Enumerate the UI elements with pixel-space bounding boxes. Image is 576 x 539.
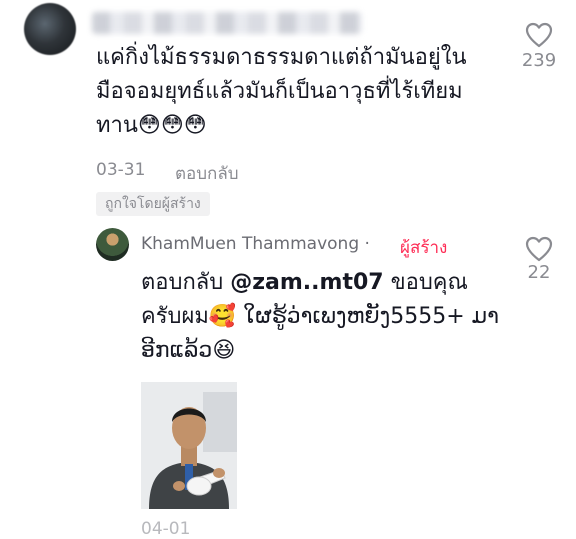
reply-like-count: 22	[527, 262, 551, 283]
creator-avatar[interactable]	[96, 228, 129, 261]
photo-illustration	[141, 382, 237, 509]
comment-date: 03-31	[96, 160, 146, 180]
commenter-name-blurred[interactable]	[92, 12, 362, 34]
creator-label: ผู้สร้าง	[400, 238, 448, 258]
heart-outline-icon[interactable]	[525, 22, 553, 48]
name-separator: ·	[364, 234, 370, 254]
comment-text: แค่กิ่งไม้ธรรมดาธรรมดาแต่ถ้ามันอยู่ในมือ…	[96, 45, 467, 138]
commenter-avatar[interactable]	[24, 3, 76, 55]
reply-date: 04-01	[141, 519, 191, 539]
reply-attached-photo[interactable]	[141, 382, 237, 509]
reply-author-name[interactable]: KhamMuen Thammavong ·	[141, 234, 370, 254]
liked-by-creator-badge: ถูกใจโดยผู้สร้าง	[96, 192, 210, 216]
mention-link[interactable]: @zam..mt07	[230, 270, 383, 295]
reply-prefix: ตอบกลับ	[141, 270, 231, 295]
heart-outline-icon[interactable]	[525, 236, 553, 262]
reply-author[interactable]: KhamMuen Thammavong	[141, 234, 359, 254]
like-count: 239	[521, 50, 557, 71]
reply-button[interactable]: ตอบกลับ	[175, 160, 239, 187]
reply-text: ตอบกลับ @zam..mt07 ขอบคุณครับผม🥰 ໃຜຮູ້ວ່…	[141, 266, 501, 368]
